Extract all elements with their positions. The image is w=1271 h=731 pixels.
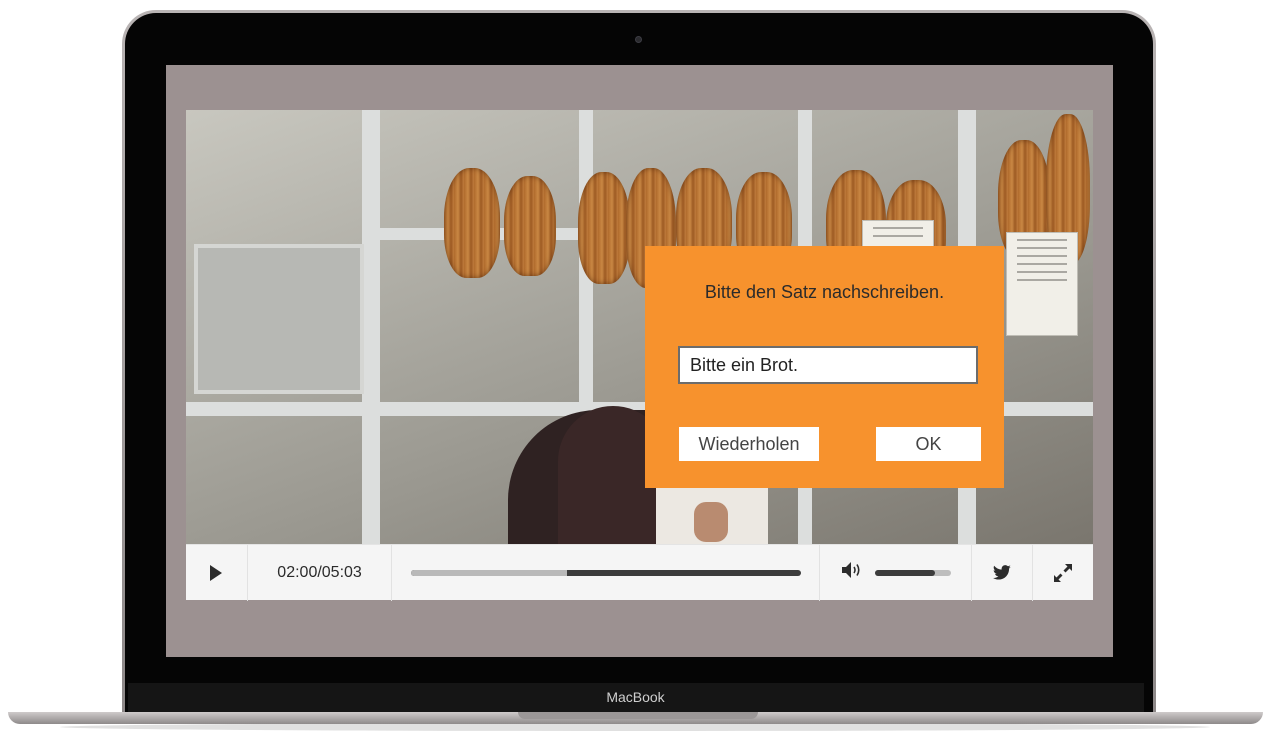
bread-loaf xyxy=(444,168,500,278)
play-icon xyxy=(210,564,223,581)
fullscreen-button[interactable] xyxy=(1033,545,1093,601)
laptop-mockup: Bitte den Satz nachschreiben. Wiederhole… xyxy=(0,0,1271,731)
dictation-dialog: Bitte den Satz nachschreiben. Wiederhole… xyxy=(645,246,1004,488)
window-panel xyxy=(194,244,364,394)
window-mullion xyxy=(362,110,380,544)
bread-loaf xyxy=(578,172,630,284)
answer-input[interactable] xyxy=(678,346,978,384)
dialog-title: Bitte den Satz nachschreiben. xyxy=(704,282,945,302)
progress-container xyxy=(392,545,819,601)
device-label: MacBook xyxy=(606,689,665,705)
ok-button[interactable]: OK xyxy=(876,427,981,461)
notice-paper xyxy=(1006,232,1078,336)
progress-played xyxy=(410,569,567,576)
volume-control xyxy=(820,545,972,601)
bread-loaf xyxy=(504,176,556,276)
player-controls: 02:00/05:03 xyxy=(186,544,1093,601)
progress-bar[interactable] xyxy=(410,569,801,576)
laptop-shadow xyxy=(60,723,1210,731)
volume-level xyxy=(874,569,936,576)
volume-slider[interactable] xyxy=(874,569,951,576)
camera-icon xyxy=(635,36,642,43)
play-button[interactable] xyxy=(186,545,247,601)
laptop-notch xyxy=(518,712,758,719)
twitter-icon xyxy=(993,564,1012,580)
twitter-share-button[interactable] xyxy=(972,545,1032,601)
fullscreen-icon xyxy=(1054,563,1073,582)
repeat-button[interactable]: Wiederholen xyxy=(679,427,819,461)
woman-hand xyxy=(694,502,728,542)
time-display: 02:00/05:03 xyxy=(277,563,362,581)
volume-icon[interactable] xyxy=(841,561,867,584)
